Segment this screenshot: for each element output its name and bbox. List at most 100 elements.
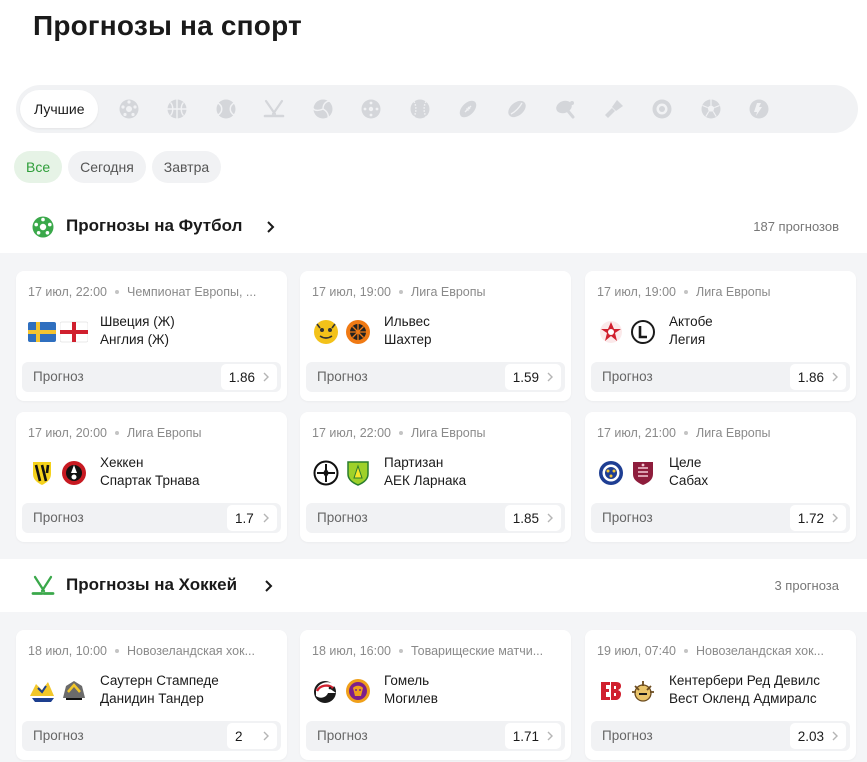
home-team-logo-icon — [28, 460, 56, 486]
home-team-logo-icon — [597, 678, 625, 704]
odds-button[interactable]: 1.59 — [504, 364, 561, 390]
odds-button[interactable]: 1.85 — [504, 505, 561, 531]
league-name: Новозеландская хок... — [695, 644, 824, 658]
odds-button[interactable]: 1.72 — [789, 505, 846, 531]
match-meta: 18 июл, 10:00 Новозеландская хок... — [28, 644, 278, 658]
match-card[interactable]: 17 июл, 22:00 Чемпионат Европы, ... Швеция… — [16, 271, 287, 401]
odds-button[interactable]: 1.86 — [789, 364, 846, 390]
badminton-icon[interactable] — [589, 90, 638, 128]
forecast-button[interactable]: Прогноз 1.86 — [22, 362, 281, 392]
away-team-name: Шахтер — [384, 332, 432, 347]
league-name: Чемпионат Европы, ... — [126, 285, 257, 299]
match-datetime: 18 июл, 16:00 — [312, 644, 391, 658]
hockey-sticks-icon — [31, 575, 55, 595]
section-title[interactable]: Прогнозы на Футбол — [66, 216, 242, 236]
away-team-logo-icon — [60, 319, 88, 345]
home-team-name: Хеккен — [100, 455, 144, 470]
match-card[interactable]: 17 июл, 20:00 Лига Европы Хеккен Спартак Тр… — [16, 412, 287, 542]
odds-value: 1.86 — [228, 369, 255, 385]
forecast-button[interactable]: Прогноз 1.85 — [306, 503, 565, 533]
chevron-right-icon — [832, 372, 838, 382]
forecast-label: Прогноз — [602, 369, 653, 384]
football-section-header[interactable]: Прогнозы на Футбол 187 прогнозов — [0, 204, 867, 250]
odds-value: 2 — [235, 728, 243, 744]
league-name: Лига Европы — [695, 426, 771, 440]
forecast-button[interactable]: Прогноз 2.03 — [591, 721, 850, 751]
chevron-right-icon — [547, 731, 553, 741]
tennis-ball-icon[interactable] — [201, 90, 250, 128]
handball-icon[interactable] — [347, 90, 396, 128]
soccer-ball-icon[interactable] — [104, 90, 153, 128]
rugby-ball-icon[interactable] — [492, 90, 541, 128]
forecast-button[interactable]: Прогноз 1.71 — [306, 721, 565, 751]
home-team-logo-icon — [28, 678, 56, 704]
separator-dot — [398, 430, 403, 435]
match-meta: 17 июл, 21:00 Лига Европы — [597, 426, 847, 440]
section-count: 187 прогнозов — [753, 219, 839, 234]
home-team-name: Гомель — [384, 673, 430, 688]
table-tennis-icon[interactable] — [541, 90, 590, 128]
filter-today[interactable]: Сегодня — [68, 151, 146, 183]
away-team-logo-icon — [629, 678, 657, 704]
american-football-icon[interactable] — [444, 90, 493, 128]
match-meta: 17 июл, 22:00 Чемпионат Европы, ... — [28, 285, 278, 299]
forecast-button[interactable]: Прогноз 1.86 — [591, 362, 850, 392]
odds-value: 1.7 — [235, 510, 254, 526]
match-card[interactable]: 18 июл, 16:00 Товарищеские матчи... Гомель… — [300, 630, 571, 760]
page-title: Прогнозы на спорт — [33, 10, 302, 41]
chevron-right-icon — [263, 731, 269, 741]
baseball-icon[interactable] — [395, 90, 444, 128]
filter-all[interactable]: Все — [14, 151, 63, 183]
home-team-name: Актобе — [669, 314, 713, 329]
match-datetime: 17 июл, 22:00 — [312, 426, 391, 440]
odds-button[interactable]: 1.86 — [220, 364, 277, 390]
darts-icon[interactable] — [638, 90, 687, 128]
match-card[interactable]: 19 июл, 07:40 Новозеландская хок... Кентер… — [585, 630, 856, 760]
hockey-sticks-icon[interactable] — [250, 90, 299, 128]
futsal-icon[interactable] — [686, 90, 735, 128]
match-card[interactable]: 18 июл, 10:00 Новозеландская хок... Саутер… — [16, 630, 287, 760]
forecast-button[interactable]: Прогноз 1.59 — [306, 362, 565, 392]
separator-dot — [114, 648, 119, 653]
odds-button[interactable]: 2.03 — [789, 723, 846, 749]
chevron-right-icon — [263, 372, 269, 382]
date-filters: Все Сегодня Завтра — [14, 151, 222, 183]
section-title[interactable]: Прогнозы на Хоккей — [66, 575, 237, 595]
match-card[interactable]: 17 июл, 19:00 Лига Европы Актобе Легия Прогн… — [585, 271, 856, 401]
away-team-name: Англия (Ж) — [100, 332, 170, 347]
home-team-name: Партизан — [384, 455, 444, 470]
match-meta: 19 июл, 07:40 Новозеландская хок... — [597, 644, 847, 658]
forecast-button[interactable]: Прогноз 2 — [22, 721, 281, 751]
forecast-label: Прогноз — [317, 728, 368, 743]
odds-value: 1.72 — [797, 510, 824, 526]
forecast-label: Прогноз — [317, 369, 368, 384]
separator-dot — [683, 430, 688, 435]
soccer-ball-icon — [32, 216, 54, 238]
match-meta: 17 июл, 19:00 Лига Европы — [597, 285, 847, 299]
esports-icon[interactable] — [735, 90, 784, 128]
odds-button[interactable]: 1.71 — [504, 723, 561, 749]
tab-best[interactable]: Лучшие — [20, 90, 99, 128]
home-team-logo-icon — [312, 678, 340, 704]
filter-tomorrow[interactable]: Завтра — [151, 151, 222, 183]
home-team-logo-icon — [28, 319, 56, 345]
chevron-right-icon — [832, 731, 838, 741]
hockey-section-header[interactable]: Прогнозы на Хоккей 3 прогноза — [0, 563, 867, 609]
match-card[interactable]: 17 июл, 22:00 Лига Европы Партизан АЕК Ларн… — [300, 412, 571, 542]
separator-dot — [398, 648, 403, 653]
match-card[interactable]: 17 июл, 19:00 Лига Европы Ильвес Шахтер Прог… — [300, 271, 571, 401]
match-card[interactable]: 17 июл, 21:00 Лига Европы Целе Сабах Прогноз… — [585, 412, 856, 542]
home-team-logo-icon — [597, 460, 625, 486]
forecast-button[interactable]: Прогноз 1.7 — [22, 503, 281, 533]
volleyball-icon[interactable] — [298, 90, 347, 128]
forecast-button[interactable]: Прогноз 1.72 — [591, 503, 850, 533]
match-datetime: 17 июл, 19:00 — [312, 285, 391, 299]
away-team-logo-icon — [60, 678, 88, 704]
league-name: Товарищеские матчи... — [410, 644, 544, 658]
odds-button[interactable]: 2 — [227, 723, 277, 749]
odds-button[interactable]: 1.7 — [227, 505, 277, 531]
home-team-logo-icon — [312, 319, 340, 345]
forecast-label: Прогноз — [602, 728, 653, 743]
basketball-icon[interactable] — [153, 90, 202, 128]
forecast-label: Прогноз — [33, 728, 84, 743]
